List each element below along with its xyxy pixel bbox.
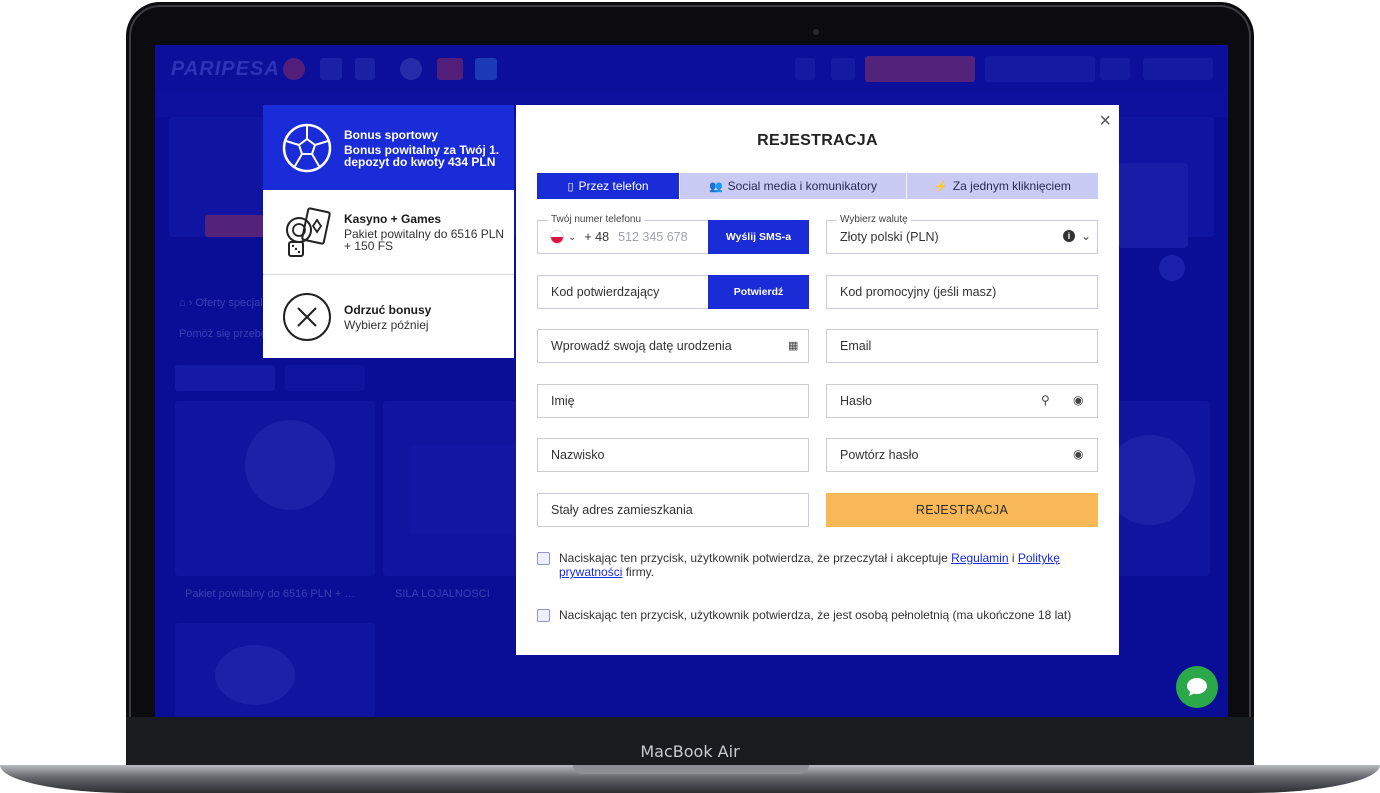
bonus-title: Bonus sportowy: [344, 127, 439, 142]
bonus-option-casino[interactable]: Kasyno + Games Pakiet powitalny do 6516 …: [263, 190, 514, 274]
consent-age-row: Naciskając ten przycisk, użytkownik potw…: [537, 608, 1079, 622]
consent-terms-text: Naciskając ten przycisk, użytkownik potw…: [559, 551, 1060, 579]
eye-off-icon[interactable]: ◉: [1073, 447, 1083, 461]
chat-support-button[interactable]: [1176, 666, 1218, 708]
promo-code-input[interactable]: Kod promocyjny (jeśli masz): [826, 275, 1098, 309]
close-icon[interactable]: ×: [1099, 111, 1111, 131]
consent-terms-row: Naciskając ten przycisk, użytkownik potw…: [537, 551, 1079, 579]
bonus-description: Bonus powitalny za Twój 1. depozyt do kw…: [344, 142, 500, 169]
registration-tabs: ▯ Przez telefon 👥 Social media i komunik…: [537, 173, 1098, 199]
promo-code-placeholder: Kod promocyjny (jeśli masz): [840, 285, 997, 299]
birth-date-placeholder: Wprowadź swoją datę urodzenia: [551, 339, 732, 353]
phone-input[interactable]: 512 345 678: [618, 230, 688, 244]
tab-social-media[interactable]: 👥 Social media i komunikatory: [680, 173, 906, 199]
tab-label: Za jednym kliknięciem: [952, 179, 1071, 193]
bonus-title: Odrzuć bonusy: [344, 302, 432, 317]
users-icon: 👥: [708, 180, 723, 193]
last-name-input[interactable]: Nazwisko: [537, 438, 809, 472]
address-placeholder: Stały adres zamieszkania: [551, 503, 693, 517]
bonus-description: Wybierz później: [344, 317, 429, 332]
terms-checkbox[interactable]: [537, 552, 550, 565]
register-button[interactable]: REJESTRACJA: [826, 493, 1098, 527]
chevron-down-icon[interactable]: ⌄: [1081, 229, 1091, 243]
bonus-description: Pakiet powitalny do 6516 PLN + 150 FS: [344, 227, 505, 253]
tab-label: Social media i komunikatory: [727, 179, 878, 193]
bonus-option-decline[interactable]: Odrzuć bonusy Wybierz później: [263, 275, 514, 358]
repeat-password-placeholder: Powtórz hasło: [840, 448, 919, 462]
consent-age-text: Naciskając ten przycisk, użytkownik potw…: [559, 608, 1072, 622]
screen: PARIPESA ⌂ › Oferty specjalne Pomóż się …: [155, 45, 1228, 717]
terms-link[interactable]: Regulamin: [951, 551, 1008, 565]
send-sms-button[interactable]: Wyślij SMS-a: [708, 220, 809, 254]
info-icon[interactable]: i: [1063, 230, 1075, 242]
repeat-password-input[interactable]: Powtórz hasło ◉: [826, 438, 1098, 472]
chat-icon: [1187, 678, 1207, 696]
lightning-icon: ⚡: [934, 180, 948, 193]
webcam: [813, 29, 819, 35]
last-name-placeholder: Nazwisko: [551, 448, 605, 462]
bonus-title: Kasyno + Games: [344, 212, 442, 226]
birth-date-input[interactable]: Wprowadź swoją datę urodzenia ▦: [537, 329, 809, 363]
tab-phone[interactable]: ▯ Przez telefon: [537, 173, 679, 199]
age-checkbox[interactable]: [537, 609, 550, 622]
registration-modal: × REJESTRACJA ▯ Przez telefon 👥 Social m…: [516, 105, 1119, 655]
casino-chips-cards-icon: [277, 202, 337, 262]
chevron-down-icon[interactable]: ⌄: [568, 232, 576, 243]
bonus-panel: Bonus sportowy Bonus powitalny za Twój 1…: [263, 105, 514, 358]
tab-one-click[interactable]: ⚡ Za jednym kliknięciem: [907, 173, 1098, 199]
calendar-icon[interactable]: ▦: [788, 339, 798, 352]
laptop-brand-label: MacBook Air: [640, 742, 740, 761]
currency-value: Złoty polski (PLN): [840, 230, 939, 244]
first-name-placeholder: Imię: [551, 394, 575, 408]
laptop-notch: [573, 765, 809, 774]
country-code: + 48: [584, 230, 610, 244]
currency-label: Wybierz walutę: [837, 214, 911, 226]
phone-icon: ▯: [567, 180, 574, 193]
email-placeholder: Email: [840, 339, 872, 353]
close-circle-icon: [277, 287, 337, 347]
bonus-option-sport[interactable]: Bonus sportowy Bonus powitalny za Twój 1…: [263, 105, 514, 190]
poland-flag-icon[interactable]: [550, 230, 564, 244]
password-placeholder: Hasło: [840, 394, 872, 408]
address-input[interactable]: Stały adres zamieszkania: [537, 493, 809, 527]
modal-title: REJESTRACJA: [757, 132, 878, 149]
eye-off-icon[interactable]: ◉: [1073, 393, 1083, 407]
password-input[interactable]: Hasło ⚲ ◉: [826, 384, 1098, 418]
tab-label: Przez telefon: [578, 179, 649, 193]
key-icon[interactable]: ⚲: [1041, 393, 1050, 407]
email-input[interactable]: Email: [826, 329, 1098, 363]
currency-select[interactable]: Wybierz walutę Złoty polski (PLN) i ⌄: [826, 214, 1098, 254]
confirm-code-button[interactable]: Potwierdź: [708, 275, 809, 309]
confirmation-code-placeholder: Kod potwierdzający: [551, 285, 660, 299]
soccer-ball-icon: [277, 118, 337, 178]
first-name-input[interactable]: Imię: [537, 384, 809, 418]
phone-label: Twój numer telefonu: [548, 214, 645, 226]
